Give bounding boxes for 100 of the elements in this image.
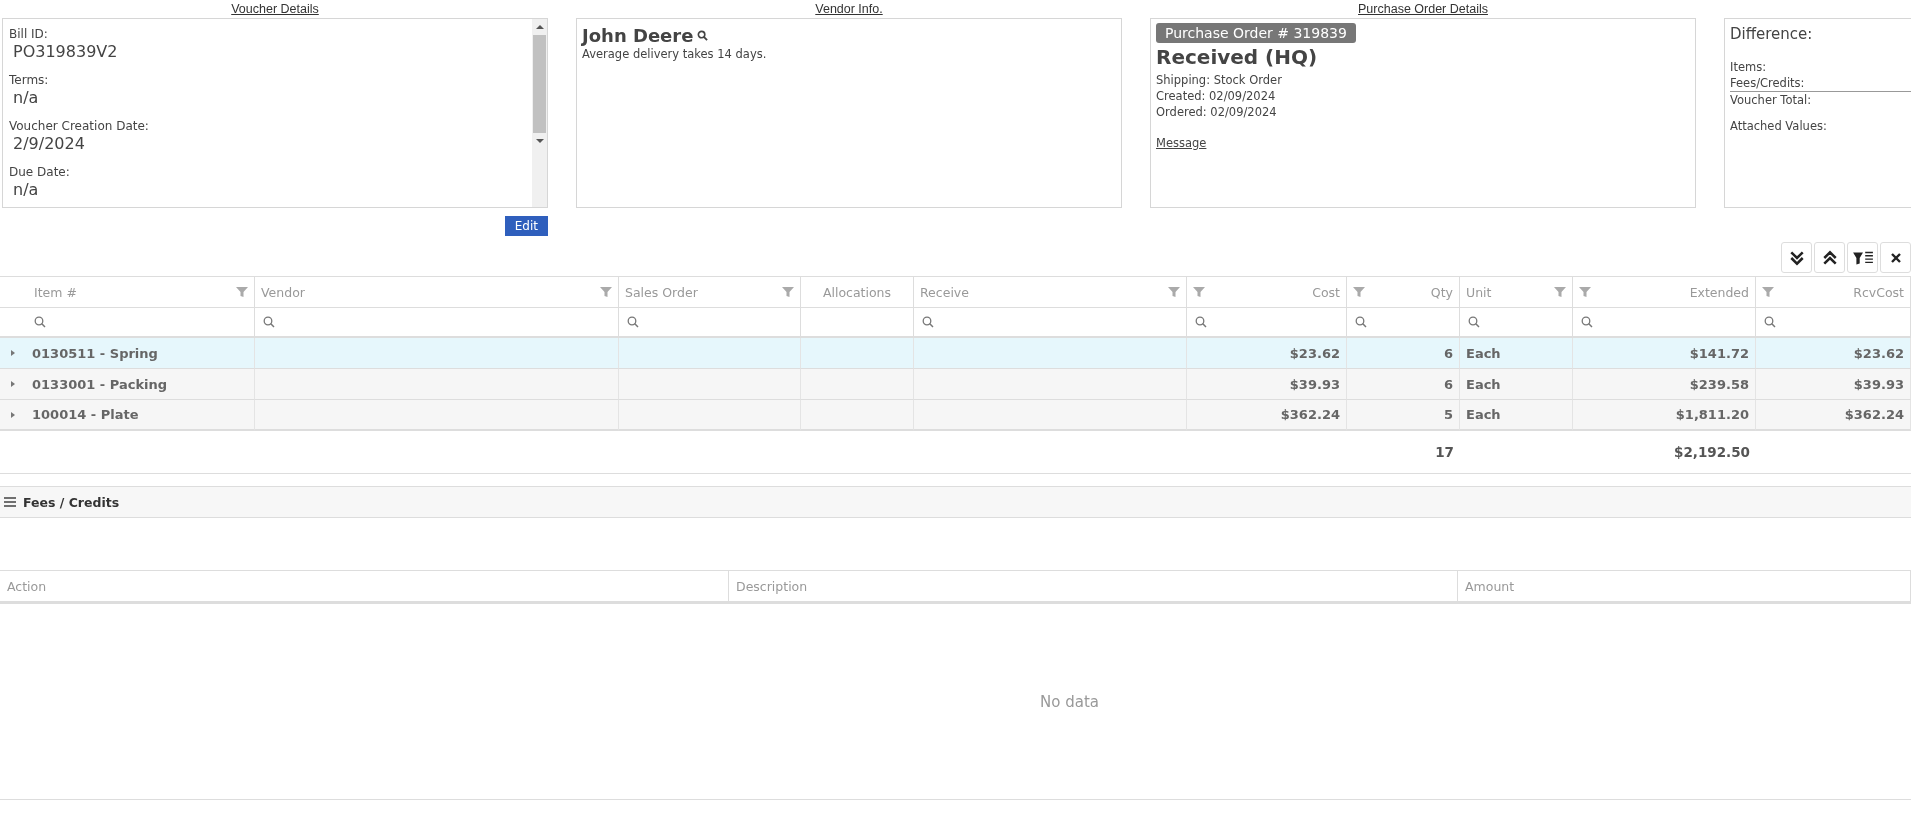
column-label: Item # (34, 284, 77, 300)
column-header[interactable]: Vendor (255, 277, 619, 308)
clear-filter-button[interactable] (1847, 242, 1878, 273)
column-label: Qty (1430, 284, 1453, 300)
table-cell: $362.24 (1756, 400, 1911, 431)
table-cell: Each (1460, 369, 1573, 400)
delivery-note: Average delivery takes 14 days. (582, 46, 768, 62)
section-heading[interactable]: Purchase Order Details (1358, 1, 1488, 18)
column-total: 17 (1435, 444, 1454, 460)
search-icon[interactable] (1581, 316, 1593, 328)
section-heading[interactable]: Vendor Info. (815, 1, 883, 18)
table-cell: 0133001 - Packing (0, 369, 255, 400)
close-icon[interactable] (1888, 250, 1903, 265)
column-header[interactable]: Extended (1573, 277, 1756, 308)
order-status: Received (HQ) (1156, 45, 1318, 69)
field-label: Terms: (9, 73, 50, 87)
empty-message: No data (1039, 692, 1099, 711)
column-header[interactable]: Cost (1187, 277, 1347, 308)
order-detail: Shipping: Stock Order (1156, 72, 1282, 88)
double-chevron-up-icon[interactable] (1821, 249, 1838, 266)
column-header[interactable]: Item # (0, 277, 255, 308)
search-icon[interactable] (697, 30, 709, 41)
column-header[interactable]: Sales Order (619, 277, 801, 308)
difference-label: Fees/Credits: (1730, 75, 1911, 92)
expand-icon[interactable] (10, 410, 16, 419)
section-heading[interactable]: Voucher Details (231, 1, 319, 18)
table-cell: $39.93 (1756, 369, 1911, 400)
field-label: Due Date: (9, 165, 71, 179)
table-cell: $362.24 (1187, 400, 1347, 431)
field-value: n/a (13, 180, 40, 199)
scrollbar[interactable] (532, 19, 547, 207)
table-cell: 6 (1347, 369, 1460, 400)
table-cell: 0130511 - Spring (0, 338, 255, 369)
column-header[interactable]: Description (729, 571, 1458, 601)
column-header[interactable]: Allocations (801, 277, 914, 308)
difference-label: Voucher Total: (1730, 92, 1813, 108)
menu-icon[interactable] (4, 497, 16, 507)
search-icon[interactable] (1764, 316, 1776, 328)
column-header[interactable]: Action (0, 571, 729, 601)
fees-section-bar[interactable]: Fees / Credits (0, 486, 1911, 518)
expand-icon[interactable] (10, 349, 16, 357)
table-cell: Each (1460, 400, 1573, 431)
field-value: 2/9/2024 (13, 134, 86, 153)
table-cell: $39.93 (1187, 369, 1347, 400)
table-cell: $1,811.20 (1573, 400, 1756, 431)
table-cell: 100014 - Plate (0, 400, 255, 431)
purchase-order-badge: Purchase Order # 319839 (1156, 23, 1356, 43)
search-icon[interactable] (34, 316, 46, 328)
search-icon[interactable] (922, 316, 934, 328)
table-cell: 6 (1347, 338, 1460, 369)
filter-icon[interactable] (1762, 286, 1774, 298)
column-label: RcvCost (1853, 284, 1904, 300)
column-label: Receive (920, 284, 969, 300)
field-label: Bill ID: (9, 27, 49, 41)
difference-title: Difference: (1730, 25, 1814, 43)
vendor-name: John Deere (582, 25, 694, 46)
edit-button[interactable]: Edit (504, 216, 548, 236)
scroll-up-icon[interactable] (535, 24, 544, 30)
column-header[interactable]: Unit (1460, 277, 1573, 308)
collapse-all-button[interactable] (1814, 242, 1845, 273)
column-total: $2,192.50 (1674, 444, 1750, 460)
column-header[interactable]: Amount (1458, 571, 1911, 601)
section-title: Fees / Credits (23, 494, 120, 510)
column-label: Unit (1466, 284, 1492, 300)
search-icon[interactable] (263, 316, 275, 328)
scroll-thumb[interactable] (533, 35, 546, 133)
column-header[interactable]: Qty (1347, 277, 1460, 308)
field-value: PO319839V2 (13, 42, 119, 61)
search-icon[interactable] (1355, 316, 1367, 328)
order-detail: Created: 02/09/2024 (1156, 88, 1276, 104)
table-cell: $23.62 (1756, 338, 1911, 369)
table-cell: $23.62 (1187, 338, 1347, 369)
search-icon[interactable] (1468, 316, 1480, 328)
search-icon[interactable] (1195, 316, 1207, 328)
filter-icon[interactable] (1353, 286, 1365, 298)
expand-icon[interactable] (10, 380, 16, 388)
column-header[interactable]: RcvCost (1756, 277, 1911, 308)
column-label: Allocations (822, 284, 892, 300)
filter-icon[interactable] (782, 286, 794, 298)
clear-filter-icon[interactable] (1851, 249, 1874, 266)
table-cell: Each (1460, 338, 1573, 369)
filter-icon[interactable] (1554, 286, 1566, 298)
field-label: Voucher Creation Date: (9, 119, 150, 133)
expand-all-button[interactable] (1781, 242, 1812, 273)
message-link[interactable]: Message (1156, 136, 1207, 150)
scroll-down-icon[interactable] (535, 138, 544, 144)
filter-icon[interactable] (600, 286, 612, 298)
filter-icon[interactable] (1168, 286, 1180, 298)
filter-icon[interactable] (1579, 286, 1591, 298)
filter-icon[interactable] (1193, 286, 1205, 298)
close-button[interactable] (1880, 242, 1911, 273)
table-cell: 5 (1347, 400, 1460, 431)
double-chevron-down-icon[interactable] (1788, 249, 1805, 266)
column-header[interactable]: Receive (914, 277, 1187, 308)
order-detail: Ordered: 02/09/2024 (1156, 104, 1277, 120)
table-cell: $141.72 (1573, 338, 1756, 369)
difference-label: Attached Values: (1730, 118, 1828, 134)
column-label: Cost (1312, 284, 1340, 300)
filter-icon[interactable] (236, 286, 248, 298)
search-icon[interactable] (627, 316, 639, 328)
